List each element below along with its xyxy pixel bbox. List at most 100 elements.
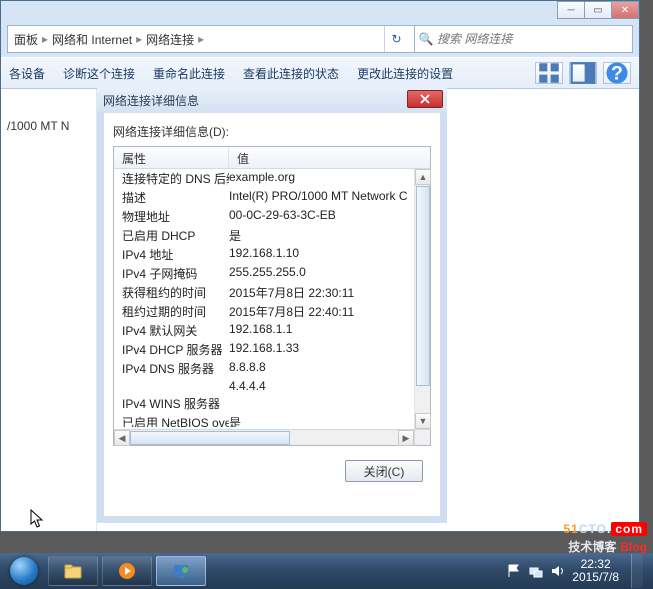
property-value: 192.168.1.10 [229, 246, 422, 263]
taskbar-app-folder[interactable] [48, 556, 98, 586]
command-toolbar: 各设备 诊断这个连接 重命名此连接 查看此连接的状态 更改此连接的设置 ? [1, 57, 639, 89]
start-button[interactable] [4, 556, 44, 586]
property-name: IPv4 地址 [122, 246, 229, 263]
tray-network-icon[interactable] [528, 563, 544, 579]
property-value [229, 395, 422, 412]
property-name: 获得租约的时间 [122, 284, 229, 301]
search-input[interactable] [437, 32, 632, 46]
property-row[interactable]: 描述Intel(R) PRO/1000 MT Network C [114, 188, 430, 207]
property-value: 是 [229, 227, 422, 244]
system-tray: 22:32 2015/7/8 [506, 554, 649, 588]
property-name: 描述 [122, 189, 229, 206]
minimize-button[interactable]: ─ [557, 1, 585, 19]
property-row[interactable]: 租约过期的时间2015年7月8日 22:40:11 [114, 302, 430, 321]
show-desktop-button[interactable] [631, 554, 643, 588]
refresh-button[interactable]: ↻ [384, 26, 408, 52]
breadcrumb[interactable]: 面板 ▸ 网络和 Internet ▸ 网络连接 ▸ [8, 31, 384, 48]
property-name: IPv4 子网掩码 [122, 265, 229, 282]
breadcrumb-seg[interactable]: 网络和 Internet [52, 31, 132, 48]
scroll-up-button[interactable]: ▲ [415, 169, 431, 185]
property-value: 192.168.1.33 [229, 341, 422, 358]
property-row[interactable]: IPv4 DNS 服务器8.8.8.8 [114, 359, 430, 378]
property-value: 255.255.255.0 [229, 265, 422, 282]
property-value: 8.8.8.8 [229, 360, 422, 377]
watermark-sub-right: Blog [620, 540, 647, 554]
property-value: example.org [229, 170, 422, 187]
property-value: 4.4.4.4 [229, 379, 422, 393]
property-row[interactable]: 获得租约的时间2015年7月8日 22:30:11 [114, 283, 430, 302]
network-details-dialog: 网络连接详细信息 网络连接详细信息(D): 属性 值 连接特定的 DNS 后缀e… [97, 87, 447, 523]
tray-volume-icon[interactable] [550, 563, 566, 579]
property-value: 192.168.1.1 [229, 322, 422, 339]
dialog-label: 网络连接详细信息(D): [113, 123, 431, 140]
help-button[interactable]: ? [603, 62, 631, 84]
property-row[interactable]: IPv4 WINS 服务器 [114, 394, 430, 413]
tray-date: 2015/7/8 [572, 571, 619, 584]
property-row[interactable]: IPv4 地址192.168.1.10 [114, 245, 430, 264]
taskbar-app-media[interactable] [102, 556, 152, 586]
breadcrumb-seg[interactable]: 网络连接 [146, 31, 194, 48]
header-property[interactable]: 属性 [114, 147, 229, 168]
header-value[interactable]: 值 [229, 147, 430, 168]
property-name: IPv4 DNS 服务器 [122, 360, 229, 377]
property-value: 2015年7月8日 22:40:11 [229, 303, 422, 320]
scroll-left-button[interactable]: ◀ [114, 430, 130, 446]
property-name [122, 379, 229, 393]
breadcrumb-separator: ▸ [198, 32, 204, 46]
property-name: IPv4 WINS 服务器 [122, 395, 229, 412]
toolbar-device[interactable]: 各设备 [9, 65, 45, 82]
property-value: 2015年7月8日 22:30:11 [229, 284, 422, 301]
properties-header: 属性 值 [114, 147, 430, 169]
dialog-close-button[interactable] [407, 90, 443, 108]
search-box: 🔍 [414, 26, 632, 52]
preview-pane-button[interactable] [569, 62, 597, 84]
horizontal-scrollbar[interactable]: ◀ ▶ [114, 429, 414, 445]
property-name: IPv4 DHCP 服务器 [122, 341, 229, 358]
close-dialog-button[interactable]: 关闭(C) [345, 460, 423, 482]
breadcrumb-separator: ▸ [136, 32, 142, 46]
scroll-thumb[interactable] [416, 186, 430, 386]
toolbar-rename[interactable]: 重命名此连接 [153, 65, 225, 82]
dialog-titlebar[interactable]: 网络连接详细信息 [97, 87, 447, 113]
toolbar-diagnose[interactable]: 诊断这个连接 [63, 65, 135, 82]
property-name: IPv4 默认网关 [122, 322, 229, 339]
property-row[interactable]: IPv4 DHCP 服务器192.168.1.33 [114, 340, 430, 359]
property-name: 物理地址 [122, 208, 229, 225]
watermark-sub-left: 技术博客 [568, 540, 616, 554]
property-row[interactable]: 连接特定的 DNS 后缀example.org [114, 169, 430, 188]
scroll-down-button[interactable]: ▼ [415, 413, 431, 429]
close-button[interactable]: ✕ [611, 1, 639, 19]
view-mode-button[interactable] [535, 62, 563, 84]
property-name: 已启用 NetBIOS ove... [122, 414, 229, 427]
maximize-button[interactable]: ▭ [584, 1, 612, 19]
address-bar: 面板 ▸ 网络和 Internet ▸ 网络连接 ▸ ↻ 🔍 [7, 25, 633, 53]
toolbar-changeset[interactable]: 更改此连接的设置 [357, 65, 453, 82]
property-row[interactable]: 已启用 DHCP是 [114, 226, 430, 245]
property-row[interactable]: 已启用 NetBIOS ove...是 [114, 413, 430, 427]
tray-clock[interactable]: 22:32 2015/7/8 [572, 558, 619, 584]
property-value: 00-0C-29-63-3C-EB [229, 208, 422, 225]
taskbar: 22:32 2015/7/8 [0, 553, 653, 589]
watermark-cto: CTO [579, 522, 607, 536]
search-icon: 🔍 [415, 32, 437, 46]
property-value: 是 [229, 414, 422, 427]
scroll-right-button[interactable]: ▶ [398, 430, 414, 446]
tray-flag-icon[interactable] [506, 563, 522, 579]
watermark: 51CTO.com 技术博客Blog [563, 509, 647, 555]
property-row[interactable]: 4.4.4.4 [114, 378, 430, 394]
properties-listview[interactable]: 属性 值 连接特定的 DNS 后缀example.org描述Intel(R) P… [113, 146, 431, 446]
watermark-51: 51 [563, 522, 578, 536]
property-name: 已启用 DHCP [122, 227, 229, 244]
explorer-window: ─ ▭ ✕ 面板 ▸ 网络和 Internet ▸ 网络连接 ▸ ↻ 🔍 各设备… [0, 0, 640, 532]
vertical-scrollbar[interactable]: ▲ ▼ [414, 169, 430, 429]
property-row[interactable]: 物理地址00-0C-29-63-3C-EB [114, 207, 430, 226]
hscroll-thumb[interactable] [130, 431, 290, 445]
property-name: 租约过期的时间 [122, 303, 229, 320]
taskbar-app-network[interactable] [156, 556, 206, 586]
nic-item-label[interactable]: /1000 MT N [7, 119, 96, 133]
property-row[interactable]: IPv4 默认网关192.168.1.1 [114, 321, 430, 340]
breadcrumb-seg[interactable]: 面板 [14, 31, 38, 48]
toolbar-viewstatus[interactable]: 查看此连接的状态 [243, 65, 339, 82]
property-row[interactable]: IPv4 子网掩码255.255.255.0 [114, 264, 430, 283]
window-controls: ─ ▭ ✕ [558, 1, 639, 19]
